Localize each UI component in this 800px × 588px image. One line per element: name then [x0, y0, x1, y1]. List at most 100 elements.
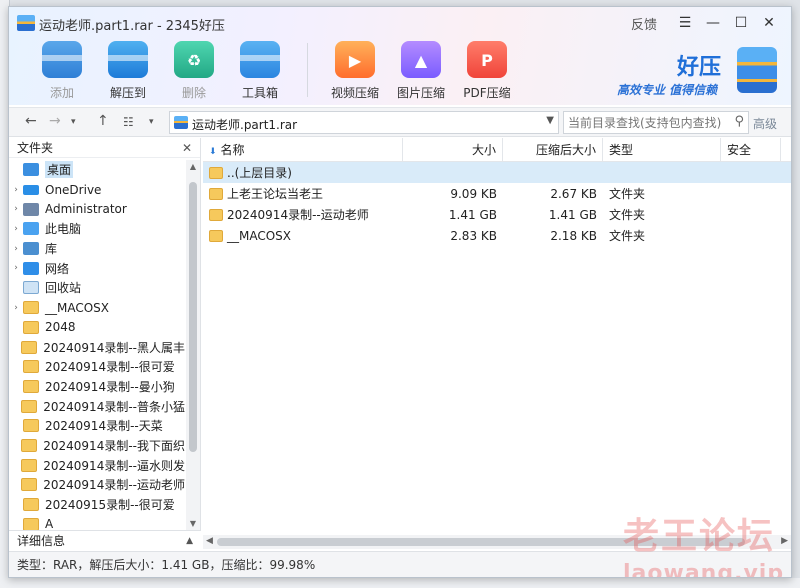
file-row[interactable]: 上老王论坛当老王 9.09 KB 2.67 KB 文件夹	[203, 183, 791, 204]
toolbox-button[interactable]: 工具箱	[227, 39, 293, 101]
view-mode-icon[interactable]: ☷	[123, 115, 134, 129]
file-compressed-size: 2.67 KB	[550, 186, 597, 201]
expand-arrow-icon[interactable]: ›	[9, 204, 23, 214]
tree-item-label: 20240914录制--天菜	[45, 419, 163, 434]
tree-item[interactable]: 回收站	[9, 278, 185, 298]
tree-item[interactable]: 桌面	[9, 160, 185, 180]
tree-item[interactable]: A	[9, 514, 185, 530]
tree-item-label: Administrator	[45, 202, 127, 217]
tree-item-label: 20240914录制--曼小狗	[45, 379, 175, 394]
window-controls: 反馈 ☰ — ☐ ✕	[631, 13, 783, 33]
tree-item[interactable]: 20240914录制--我下面织	[9, 436, 185, 456]
expand-arrow-icon[interactable]: ›	[9, 244, 23, 254]
add-button[interactable]: 添加	[29, 39, 95, 101]
extract-to-button[interactable]: 解压到	[95, 39, 161, 101]
close-icon[interactable]: ✕	[755, 13, 783, 33]
tree-item[interactable]: 2048	[9, 318, 185, 338]
scroll-left-icon[interactable]: ◀	[206, 536, 213, 546]
folder-icon	[21, 458, 38, 472]
computer-icon	[23, 222, 39, 236]
watermark: 老王论坛 laowang.vip	[623, 507, 785, 578]
toolbar: 添加 解压到 ♻ 删除 工具箱 ▶ 视频压缩 ▲ 图片压缩 P PDF压缩	[29, 39, 520, 101]
expand-arrow-icon[interactable]: ›	[9, 185, 23, 195]
tree-item[interactable]: › 此电脑	[9, 219, 185, 239]
desktop-icon	[23, 163, 39, 177]
file-size: 1.41 GB	[448, 207, 497, 222]
column-compressed-size[interactable]: 压缩后大小	[503, 138, 603, 161]
column-name[interactable]: ⬇ 名称	[203, 138, 403, 161]
tree-item[interactable]: 20240914录制--曼小狗	[9, 377, 185, 397]
brand-slogan: 高效专业 值得信赖	[617, 83, 718, 97]
tree-item[interactable]: 20240914录制--黑人属丰	[9, 337, 185, 357]
details-label: 详细信息	[17, 534, 66, 548]
tree-item[interactable]: 20240915录制--很可爱	[9, 495, 185, 515]
expand-up-icon[interactable]: ▲	[186, 531, 193, 551]
file-name: 20240914录制--运动老师	[227, 208, 369, 222]
file-size: 9.09 KB	[450, 186, 497, 201]
path-box[interactable]: 运动老师.part1.rar ▼	[169, 111, 559, 134]
file-row[interactable]: ..(上层目录)	[203, 162, 791, 183]
sort-arrow-icon: ⬇	[209, 147, 217, 157]
tree-item-label: 20240915录制--很可爱	[45, 498, 175, 513]
search-icon[interactable]: ⚲	[734, 114, 744, 129]
file-row[interactable]: __MACOSX 2.83 KB 2.18 KB 文件夹	[203, 225, 791, 246]
delete-button[interactable]: ♻ 删除	[161, 39, 227, 101]
watermark-line2: laowang.vip	[623, 561, 785, 578]
tree-item[interactable]: › __MACOSX	[9, 298, 185, 318]
tree-item[interactable]: › Administrator	[9, 199, 185, 219]
expand-arrow-icon[interactable]: ›	[9, 263, 23, 273]
tree-item[interactable]: 20240914录制--很可爱	[9, 357, 185, 377]
tree-item[interactable]: 20240914录制--普条小猛	[9, 396, 185, 416]
history-dropdown-icon[interactable]: ▾	[71, 117, 76, 127]
recycle-bin-icon	[23, 281, 39, 295]
video-compress-button[interactable]: ▶ 视频压缩	[322, 39, 388, 101]
tree-scroll-thumb[interactable]	[189, 182, 197, 452]
tree-scrollbar[interactable]: ▲ ▼	[186, 160, 200, 530]
tree-list: 桌面 › OneDrive › Administrator › 此电脑 › 库 › 网络 回收站 › __…	[9, 160, 185, 530]
expand-arrow-icon[interactable]: ›	[9, 224, 23, 234]
file-row[interactable]: 20240914录制--运动老师 1.41 GB 1.41 GB 文件夹	[203, 204, 791, 225]
details-panel-toggle[interactable]: 详细信息 ▲	[9, 530, 201, 551]
tree-item-label: OneDrive	[45, 182, 102, 197]
tree-item-label: 回收站	[45, 281, 82, 296]
app-logo-icon	[17, 15, 35, 31]
file-type: 文件夹	[609, 187, 646, 201]
network-icon	[23, 261, 39, 275]
tree-item-label: 20240914录制--很可爱	[45, 360, 175, 375]
video-compress-icon: ▶	[335, 41, 375, 78]
advanced-search-link[interactable]: 高级	[753, 115, 777, 132]
expand-arrow-icon[interactable]: ›	[9, 303, 23, 313]
tree-item[interactable]: › 库	[9, 239, 185, 259]
file-name-cell: 上老王论坛当老王	[203, 185, 403, 202]
view-dropdown-icon[interactable]: ▾	[149, 117, 154, 127]
path-dropdown-icon[interactable]: ▼	[546, 115, 554, 126]
close-tree-icon[interactable]: ✕	[182, 138, 192, 158]
minimize-icon[interactable]: —	[699, 13, 727, 33]
column-size[interactable]: 大小	[403, 138, 503, 161]
feedback-button[interactable]: 反馈	[631, 14, 657, 33]
scroll-down-icon[interactable]: ▼	[186, 519, 200, 528]
scroll-up-icon[interactable]: ▲	[186, 162, 200, 171]
up-icon[interactable]: ↑	[97, 113, 109, 129]
pdf-compress-button[interactable]: P PDF压缩	[454, 39, 520, 101]
menu-icon[interactable]: ☰	[671, 13, 699, 33]
image-compress-button[interactable]: ▲ 图片压缩	[388, 39, 454, 101]
tree-item-label: 网络	[45, 261, 70, 276]
tree-item[interactable]: › 网络	[9, 258, 185, 278]
tree-item[interactable]: › OneDrive	[9, 180, 185, 200]
forward-icon[interactable]: →	[49, 113, 61, 129]
tree-item-label: 20240914录制--运动老师	[43, 478, 185, 493]
file-type: 文件夹	[609, 208, 646, 222]
column-type[interactable]: 类型	[603, 138, 721, 161]
column-security[interactable]: 安全	[721, 138, 781, 161]
tree-item[interactable]: 20240914录制--天菜	[9, 416, 185, 436]
search-box: ⚲	[563, 111, 749, 134]
tree-item[interactable]: 20240914录制--逼水则发	[9, 455, 185, 475]
delete-label: 删除	[181, 86, 206, 100]
toolbox-icon	[240, 41, 280, 78]
maximize-icon[interactable]: ☐	[727, 13, 755, 33]
folder-icon	[21, 478, 38, 492]
back-icon[interactable]: ←	[25, 113, 37, 129]
tree-item[interactable]: 20240914录制--运动老师	[9, 475, 185, 495]
search-input[interactable]	[564, 112, 724, 133]
